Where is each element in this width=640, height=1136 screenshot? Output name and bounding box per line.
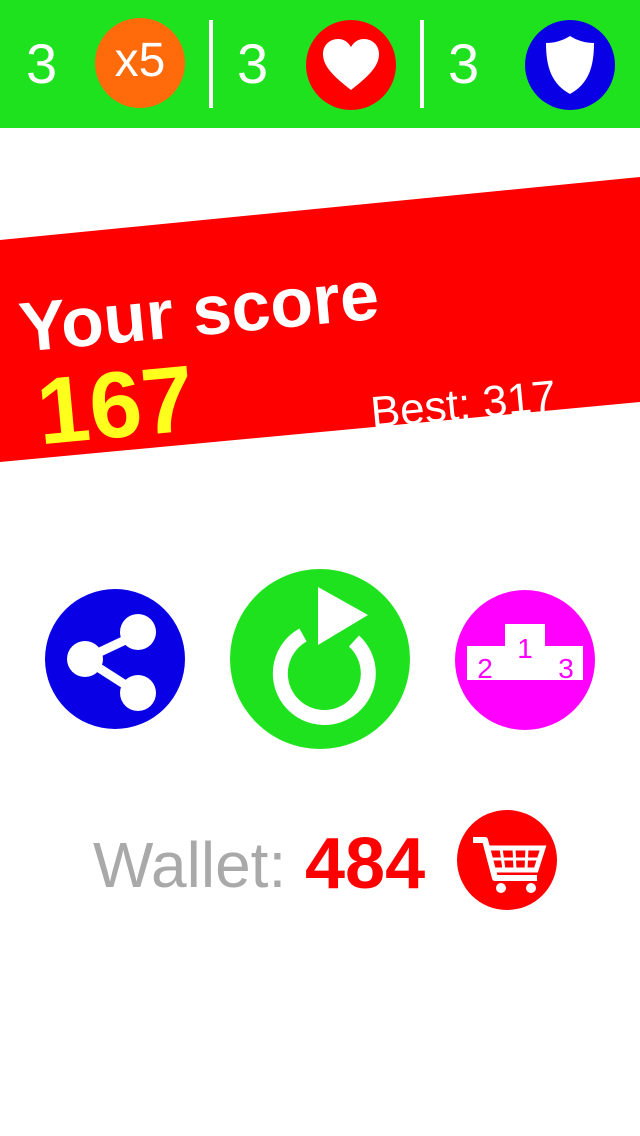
shopping-cart-icon: [473, 837, 547, 893]
best-score: Best: 317: [368, 371, 559, 438]
podium-second: 2: [477, 653, 493, 684]
wallet-value: 484: [305, 824, 426, 904]
game-over-screen: 3 x5 3 3 Your score 167 Best: 317 1 2 3 …: [0, 0, 640, 1136]
score-value: 167: [32, 345, 199, 465]
replay-button[interactable]: [230, 569, 410, 749]
replay-icon: [272, 587, 376, 725]
podium-first: 1: [517, 633, 533, 664]
shop-button[interactable]: [457, 810, 557, 910]
share-button[interactable]: [45, 589, 185, 729]
podium-icon: 1 2 3: [467, 624, 583, 684]
wallet-label: Wallet:: [93, 829, 287, 901]
score-title: Your score: [15, 255, 382, 367]
podium-third: 3: [558, 653, 574, 684]
leaderboard-button[interactable]: 1 2 3: [455, 590, 595, 730]
share-icon: [67, 614, 156, 711]
score-panel: Your score 167 Best: 317: [0, 0, 640, 509]
